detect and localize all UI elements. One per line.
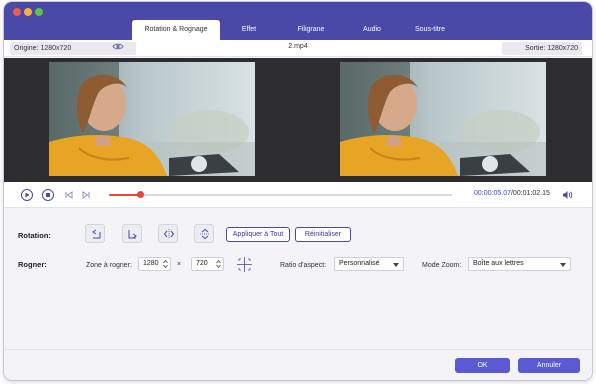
- tab-watermark[interactable]: Filigrane: [278, 20, 344, 40]
- multiply-sign: ×: [177, 261, 182, 268]
- next-frame-icon[interactable]: [82, 191, 90, 199]
- output-video-preview: [340, 62, 546, 176]
- tab-audio[interactable]: Audio: [344, 20, 400, 40]
- stepper-arrows-icon[interactable]: [215, 259, 222, 269]
- tab-subtitle[interactable]: Sous-titre: [400, 20, 460, 40]
- crop-height-stepper[interactable]: 720: [191, 257, 224, 271]
- tab-bar: Rotation & Rognage Effet Filigrane Audio…: [132, 20, 460, 40]
- aspect-ratio-select[interactable]: Personnalisé: [334, 257, 404, 271]
- rotate-left-icon: [92, 229, 101, 239]
- settings-panel: Rotation: Appliquer à Tout Réinitialiser…: [4, 209, 592, 349]
- timeline-progress: [109, 194, 140, 196]
- close-window-button[interactable]: [13, 8, 21, 16]
- info-bar: Origine: 1280x720 2.mp4 Sortie: 1280x720: [4, 40, 592, 57]
- tab-effect[interactable]: Effet: [220, 20, 278, 40]
- video-editor-window: Rotation & Rognage Effet Filigrane Audio…: [4, 2, 592, 380]
- rotate-right-button[interactable]: [122, 224, 142, 243]
- apply-to-all-button[interactable]: Appliquer à Tout: [226, 227, 290, 242]
- total-time: /00:01:02.15: [510, 190, 550, 197]
- crop-zone-label: Zone à rogner:: [86, 262, 132, 269]
- preview-area: [4, 58, 592, 182]
- minimize-window-button[interactable]: [24, 8, 32, 16]
- original-video-preview: [49, 62, 255, 176]
- chevron-down-icon: [393, 263, 399, 267]
- play-button[interactable]: [21, 189, 33, 201]
- crop-height-value: 720: [196, 260, 208, 267]
- volume-icon[interactable]: [562, 190, 573, 200]
- time-display: 00:00:05.07/00:01:02.15: [474, 190, 550, 197]
- rotate-left-button[interactable]: [85, 224, 105, 243]
- zoom-mode-select[interactable]: Boîte aux lettres: [468, 257, 571, 271]
- timeline-slider[interactable]: [109, 191, 452, 198]
- stop-button[interactable]: [42, 189, 54, 201]
- reset-button[interactable]: Réinitialiser: [295, 227, 351, 242]
- zoom-mode-value: Boîte aux lettres: [473, 260, 524, 267]
- maximize-window-button[interactable]: [35, 8, 43, 16]
- footer: OK Annuler: [4, 349, 592, 380]
- cancel-button[interactable]: Annuler: [518, 358, 580, 373]
- stepper-arrows-icon[interactable]: [162, 259, 169, 269]
- center-crop-icon[interactable]: [236, 256, 253, 273]
- ok-button[interactable]: OK: [455, 358, 510, 373]
- flip-vertical-button[interactable]: [194, 224, 214, 243]
- flip-horizontal-button[interactable]: [158, 224, 178, 243]
- crop-width-value: 1280: [143, 260, 159, 267]
- current-time: 00:00:05.07: [474, 190, 511, 197]
- previous-frame-icon[interactable]: [65, 191, 73, 199]
- output-resolution: Sortie: 1280x720: [502, 42, 582, 55]
- flip-horizontal-icon: [163, 229, 175, 239]
- aspect-ratio-value: Personnalisé: [339, 260, 380, 267]
- chevron-down-icon: [560, 263, 566, 267]
- stop-icon: [46, 193, 50, 197]
- crop-label: Rogner:: [18, 260, 47, 269]
- playback-controls: 00:00:05.07/00:01:02.15: [4, 182, 592, 208]
- rotation-label: Rotation:: [18, 231, 51, 240]
- play-icon: [25, 192, 30, 198]
- timeline-handle[interactable]: [136, 191, 144, 198]
- zoom-mode-label: Mode Zoom:: [422, 262, 462, 269]
- aspect-ratio-label: Ratio d'aspect:: [280, 262, 327, 269]
- tab-rotation-crop[interactable]: Rotation & Rognage: [132, 20, 220, 40]
- title-bar: Rotation & Rognage Effet Filigrane Audio…: [4, 2, 592, 40]
- rotate-right-icon: [128, 230, 137, 239]
- flip-vertical-icon: [200, 228, 210, 240]
- crop-width-stepper[interactable]: 1280: [138, 257, 171, 271]
